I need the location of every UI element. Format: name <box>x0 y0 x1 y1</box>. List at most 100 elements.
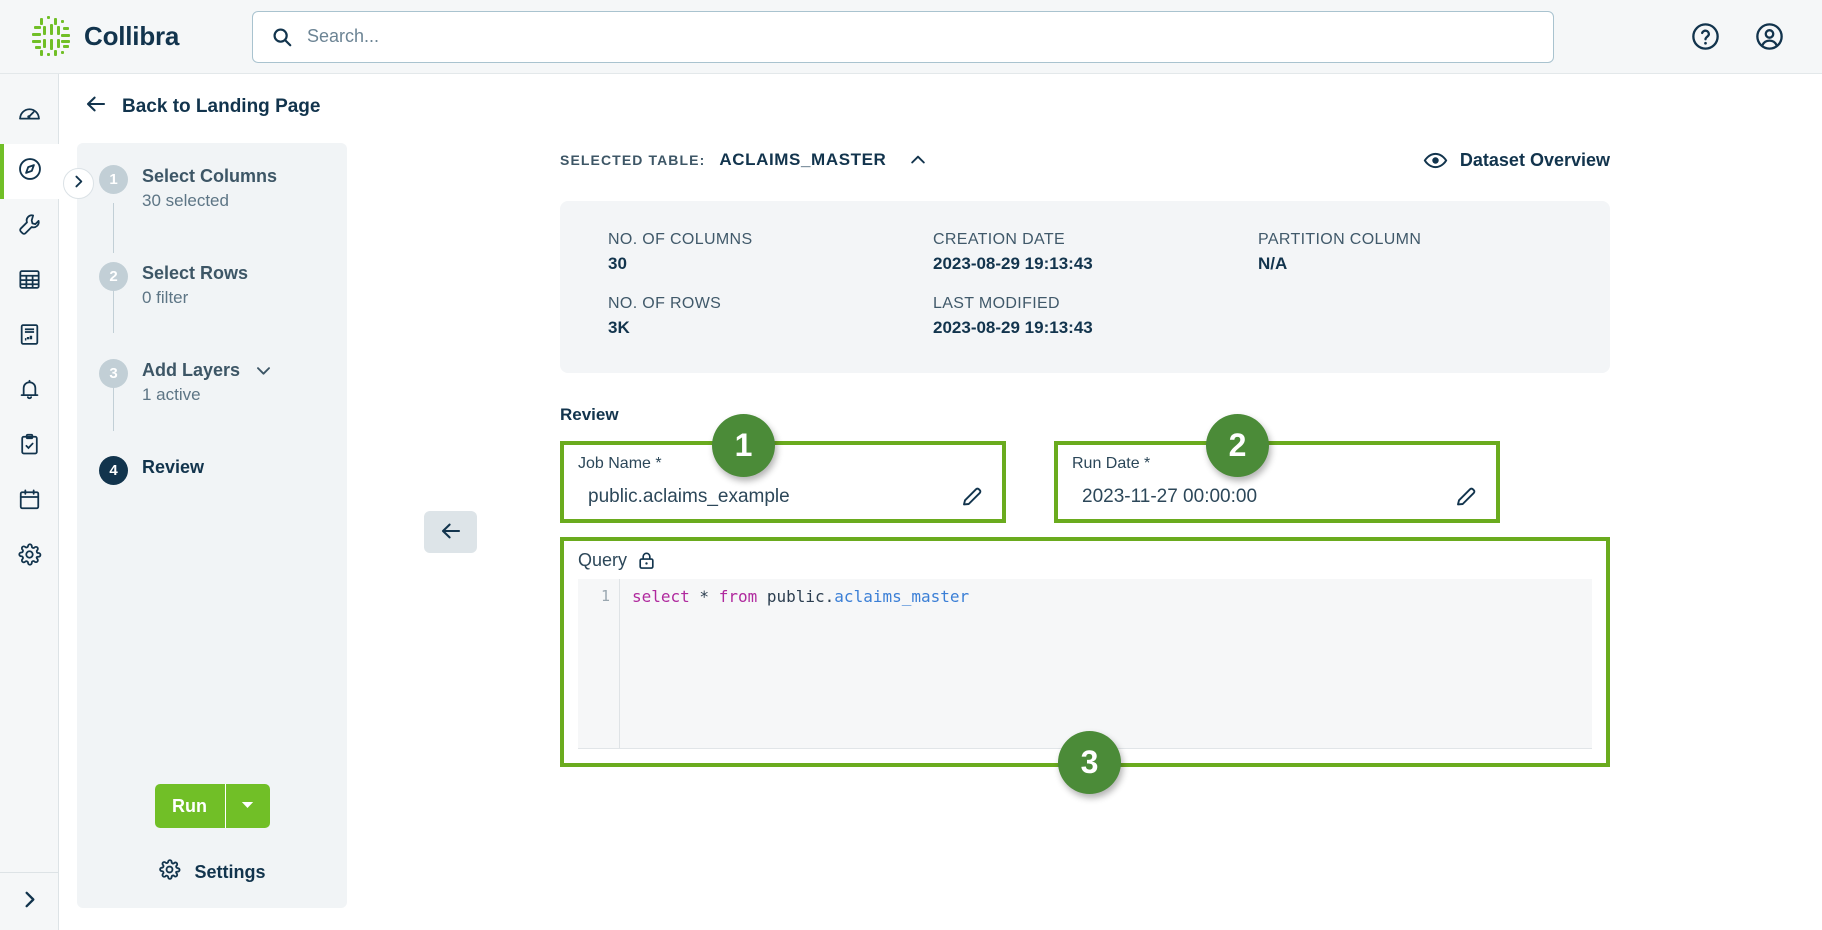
query-code-line: select * from public.aclaims_master <box>578 579 1592 606</box>
sql-table-name: aclaims_master <box>834 587 969 606</box>
sql-star: * <box>690 587 719 606</box>
top-header-bar: Collibra <box>0 0 1822 74</box>
sidebar-item-alerts[interactable] <box>0 364 59 419</box>
rail-expand-button[interactable] <box>0 872 59 930</box>
step-subtitle: 0 filter <box>142 288 248 308</box>
step-number-badge: 1 <box>99 165 128 194</box>
run-date-label: Run Date * <box>1072 455 1478 473</box>
step-subtitle: 1 active <box>142 385 273 405</box>
main-content: SELECTED TABLE: ACLAIMS_MASTER Dataset O… <box>560 143 1610 767</box>
metadata-label: LAST MODIFIED <box>933 295 1258 313</box>
sidebar-item-dashboard[interactable] <box>0 89 59 144</box>
job-name-label: Job Name * <box>578 455 984 473</box>
sidebar-item-tools[interactable] <box>0 199 59 254</box>
collapse-panel-back-button[interactable] <box>424 511 477 553</box>
wizard-panel: 1 Select Columns 30 selected 2 Select Ro… <box>77 143 347 908</box>
editor-gutter: 1 <box>578 579 620 748</box>
sidebar-item-select-rows[interactable]: 2 Select Rows 0 filter <box>99 262 347 308</box>
bell-icon <box>17 377 42 407</box>
annotation-badge-2: 2 <box>1206 414 1269 477</box>
run-options-dropdown-button[interactable] <box>225 784 270 828</box>
back-to-landing-page-link[interactable]: Back to Landing Page <box>84 92 320 122</box>
wrench-icon <box>17 212 42 242</box>
step-text: Add Layers 1 active <box>142 359 273 405</box>
dataset-overview-label: Dataset Overview <box>1460 150 1610 171</box>
sidebar-item-review[interactable]: 4 Review <box>99 456 347 485</box>
search-input[interactable] <box>307 12 1535 62</box>
sidebar-item-add-layers[interactable]: 3 Add Layers 1 active <box>99 359 347 405</box>
user-account-icon[interactable] <box>1752 20 1786 54</box>
sidebar-item-admin[interactable] <box>0 529 59 584</box>
annotation-badge-1: 1 <box>712 414 775 477</box>
metadata-item-last-modified: LAST MODIFIED 2023-08-29 19:13:43 <box>933 295 1258 359</box>
metadata-value: 3K <box>608 318 933 338</box>
review-section-title: Review <box>560 405 1610 425</box>
sidebar-item-schedule[interactable] <box>0 474 59 529</box>
step-title: Add Layers <box>142 360 273 381</box>
step-title: Select Rows <box>142 263 248 284</box>
step-title-label: Select Rows <box>142 263 248 284</box>
wizard-expand-button[interactable] <box>63 168 94 199</box>
left-nav-rail <box>0 74 59 930</box>
metadata-value: N/A <box>1258 254 1562 274</box>
metadata-item-rows: NO. OF ROWS 3K <box>608 295 933 359</box>
step-number-badge: 3 <box>99 359 128 388</box>
sidebar-item-reports[interactable] <box>0 309 59 364</box>
chevron-up-icon[interactable] <box>908 150 928 170</box>
pencil-icon[interactable] <box>1454 485 1478 509</box>
clipboard-check-icon <box>17 432 42 462</box>
help-circle-icon[interactable] <box>1688 20 1722 54</box>
metadata-item-creation-date: CREATION DATE 2023-08-29 19:13:43 <box>933 231 1258 295</box>
step-number-badge: 4 <box>99 456 128 485</box>
query-field[interactable]: Query 1 select * from public.aclaims_mas… <box>560 537 1610 767</box>
header-actions <box>1688 20 1822 54</box>
settings-button[interactable]: Settings <box>158 858 265 886</box>
arrow-left-icon <box>439 519 463 546</box>
report-document-icon <box>17 322 42 352</box>
gear-icon <box>158 858 181 886</box>
sidebar-item-datasets[interactable] <box>0 254 59 309</box>
gauge-icon <box>17 102 42 132</box>
metadata-label: CREATION DATE <box>933 231 1258 249</box>
sidebar-item-select-columns[interactable]: 1 Select Columns 30 selected <box>99 165 347 211</box>
metadata-value: 30 <box>608 254 933 274</box>
brand-logo[interactable]: Collibra <box>0 16 252 58</box>
chevron-down-icon <box>239 796 256 816</box>
sql-keyword-select: select <box>632 587 690 606</box>
annotation-badge-3: 3 <box>1058 731 1121 794</box>
selected-table-label: SELECTED TABLE: <box>560 152 705 168</box>
sidebar-item-explorer[interactable] <box>0 144 59 199</box>
table-metadata-card: NO. OF COLUMNS 30 CREATION DATE 2023-08-… <box>560 201 1610 373</box>
run-date-field[interactable]: Run Date * 2023-11-27 00:00:00 2 <box>1054 441 1500 523</box>
sql-keyword-from: from <box>719 587 758 606</box>
arrow-left-icon <box>84 92 108 122</box>
step-title-label: Add Layers <box>142 360 240 381</box>
selected-table-value: ACLAIMS_MASTER <box>719 150 886 170</box>
global-search-box[interactable] <box>252 11 1554 63</box>
pencil-icon[interactable] <box>960 485 984 509</box>
run-button[interactable]: Run <box>155 784 225 828</box>
chevron-down-icon[interactable] <box>254 361 273 380</box>
step-title-label: Review <box>142 457 204 478</box>
step-subtitle: 30 selected <box>142 191 277 211</box>
query-label: Query <box>578 550 627 571</box>
chevron-right-icon <box>18 888 41 916</box>
job-name-field[interactable]: Job Name * public.aclaims_example 1 <box>560 441 1006 523</box>
job-name-value: public.aclaims_example <box>578 486 790 508</box>
gear-icon <box>17 542 42 572</box>
query-header: Query <box>564 541 1606 571</box>
query-code-editor[interactable]: 1 select * from public.aclaims_master <box>578 579 1592 749</box>
metadata-item-partition-column: PARTITION COLUMN N/A <box>1258 231 1562 295</box>
back-link-label: Back to Landing Page <box>122 96 320 118</box>
step-number-badge: 2 <box>99 262 128 291</box>
dataset-overview-button[interactable]: Dataset Overview <box>1423 148 1610 173</box>
selected-table-header: SELECTED TABLE: ACLAIMS_MASTER Dataset O… <box>560 143 1610 177</box>
chevron-right-icon <box>70 173 87 195</box>
metadata-label: NO. OF ROWS <box>608 295 933 313</box>
sql-schema: public. <box>757 587 834 606</box>
metadata-value: 2023-08-29 19:13:43 <box>933 318 1258 338</box>
job-name-value-row: public.aclaims_example <box>578 485 984 509</box>
review-fields-row: Job Name * public.aclaims_example 1 Run … <box>560 441 1610 523</box>
sidebar-item-jobs[interactable] <box>0 419 59 474</box>
run-date-value-row: 2023-11-27 00:00:00 <box>1072 485 1478 509</box>
